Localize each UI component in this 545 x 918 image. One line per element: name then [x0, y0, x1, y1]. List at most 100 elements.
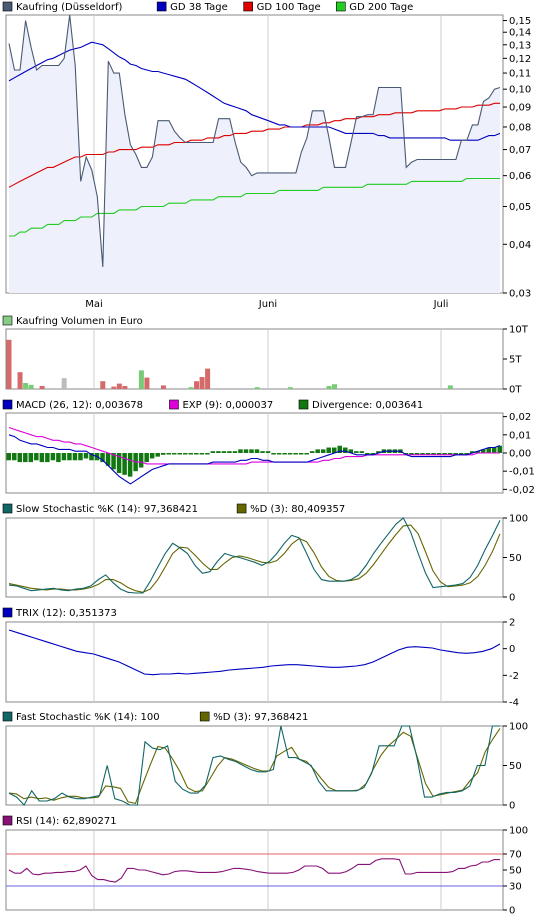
price-legend-swatch [2, 1, 13, 12]
price-y-tick-label: 0,15 [509, 16, 531, 27]
divergence-bar [216, 451, 221, 453]
divergence-bar [149, 453, 155, 459]
volume-bar [122, 386, 128, 389]
volume-bar [254, 387, 260, 389]
volume-bar [205, 368, 211, 389]
slowstoch-y-tick-label: 0 [509, 593, 515, 604]
volume-bar [111, 386, 117, 389]
volume-bar [199, 377, 205, 389]
price-y-tick-label: 0,08 [509, 122, 531, 133]
slowstoch-y-tick-label: 50 [509, 553, 522, 564]
macd-legend-label: Divergence: 0,003641 [312, 400, 423, 411]
price-y-tick-label: 0,10 [509, 85, 531, 96]
divergence-bar [309, 451, 315, 453]
divergence-bar [238, 449, 243, 453]
macd-legend-swatch [2, 399, 13, 410]
divergence-bar [67, 453, 72, 461]
divergence-bar [260, 451, 265, 453]
price-y-tick-label: 0,07 [509, 145, 531, 156]
divergence-bar [78, 453, 83, 461]
volume-bar [138, 370, 144, 389]
rsi-y-tick-label: 70 [509, 850, 522, 861]
divergence-bar [155, 453, 160, 457]
faststoch-legend-swatch [2, 711, 13, 722]
x-axis-month-label: Juli [433, 299, 449, 310]
volume-legend-label: Kaufring Volumen in Euro [16, 316, 143, 327]
rsi-legend-swatch [2, 815, 13, 826]
slowstoch-legend-swatch [236, 503, 247, 514]
rsi-y-tick-label: 50 [509, 866, 522, 877]
divergence-bar [17, 453, 23, 463]
stock-chart: Kaufring (Düsseldorf) GD 38 Tage GD 100 Ta… [2, 1, 535, 917]
price-y-tick-label: 0,12 [509, 54, 531, 65]
divergence-bar [50, 453, 56, 461]
trix-plot-area [5, 621, 504, 703]
volume-bar [6, 339, 12, 389]
rsi-legend-label: RSI (14): 62,890271 [16, 816, 117, 827]
volume-y-tick-label: 0T [509, 385, 522, 396]
divergence-bar [45, 453, 50, 463]
rsi-y-tick-label: 30 [509, 882, 522, 893]
volume-bar [100, 381, 106, 389]
macd-y-tick-label: -0,02 [509, 485, 535, 496]
divergence-bar [243, 449, 249, 453]
rsi-y-tick-label: 0 [509, 906, 515, 917]
volume-y-tick-label: 10T [509, 325, 529, 336]
divergence-bar [227, 451, 232, 453]
divergence-bar [172, 453, 177, 455]
volume-bar [287, 387, 293, 389]
divergence-bar [72, 453, 78, 461]
volume-bar [194, 381, 200, 389]
faststoch-y-tick-label: 50 [509, 761, 522, 772]
slowstoch-legend-label: %D (3): 80,409357 [250, 504, 345, 515]
price-legend-swatch [335, 1, 346, 12]
divergence-bar [354, 451, 359, 453]
faststoch-legend-label: Fast Stochastic %K (14): 100 [16, 712, 160, 723]
divergence-bar [177, 453, 183, 455]
divergence-bar [205, 453, 210, 455]
volume-bar [331, 384, 337, 389]
divergence-bar [23, 453, 28, 463]
trix-y-tick-label: -2 [509, 671, 519, 682]
divergence-bar [183, 453, 188, 455]
divergence-bar [12, 453, 17, 461]
divergence-bar [491, 447, 497, 453]
divergence-bar [221, 451, 227, 453]
price-legend-swatch [156, 1, 167, 12]
volume-bar [61, 378, 67, 389]
macd-y-tick-label: 0,01 [509, 430, 531, 441]
slowstoch-y-tick-label: 100 [509, 514, 528, 525]
macd-legend-label: MACD (26, 12): 0,003678 [16, 400, 143, 411]
price-legend-label: Kaufring (Düsseldorf) [16, 2, 123, 13]
divergence-bar [122, 453, 127, 475]
divergence-bar [249, 449, 254, 453]
divergence-bar [232, 451, 238, 453]
divergence-bar [254, 449, 260, 453]
volume-bar [447, 385, 453, 389]
divergence-bar [194, 453, 199, 455]
divergence-bar [199, 453, 205, 455]
faststoch-legend-label: %D (3): 97,368421 [213, 712, 308, 723]
macd-y-tick-label: 0,02 [509, 412, 531, 423]
price-y-tick-label: 0,05 [509, 202, 531, 213]
price-y-tick-label: 0,11 [509, 69, 531, 80]
volume-y-tick-label: 5T [509, 355, 522, 366]
divergence-bar [271, 453, 276, 455]
divergence-bar [61, 453, 67, 461]
divergence-bar [287, 453, 293, 455]
volume-bar [188, 387, 194, 389]
divergence-bar [34, 453, 39, 461]
divergence-bar [83, 453, 89, 459]
volume-legend-swatch [2, 315, 13, 326]
divergence-bar [28, 453, 34, 463]
price-y-tick-label: 0,04 [509, 240, 531, 251]
volume-bar [144, 377, 150, 389]
volume-bar [39, 386, 45, 389]
divergence-bar [282, 453, 287, 455]
divergence-bar [144, 453, 149, 463]
macd-y-tick-label: 0,00 [509, 449, 531, 460]
x-axis-month-label: Juni [258, 299, 277, 310]
trix-y-tick-label: -4 [509, 698, 519, 709]
faststoch-y-tick-label: 0 [509, 801, 515, 812]
price-y-tick-label: 0,14 [509, 28, 531, 39]
